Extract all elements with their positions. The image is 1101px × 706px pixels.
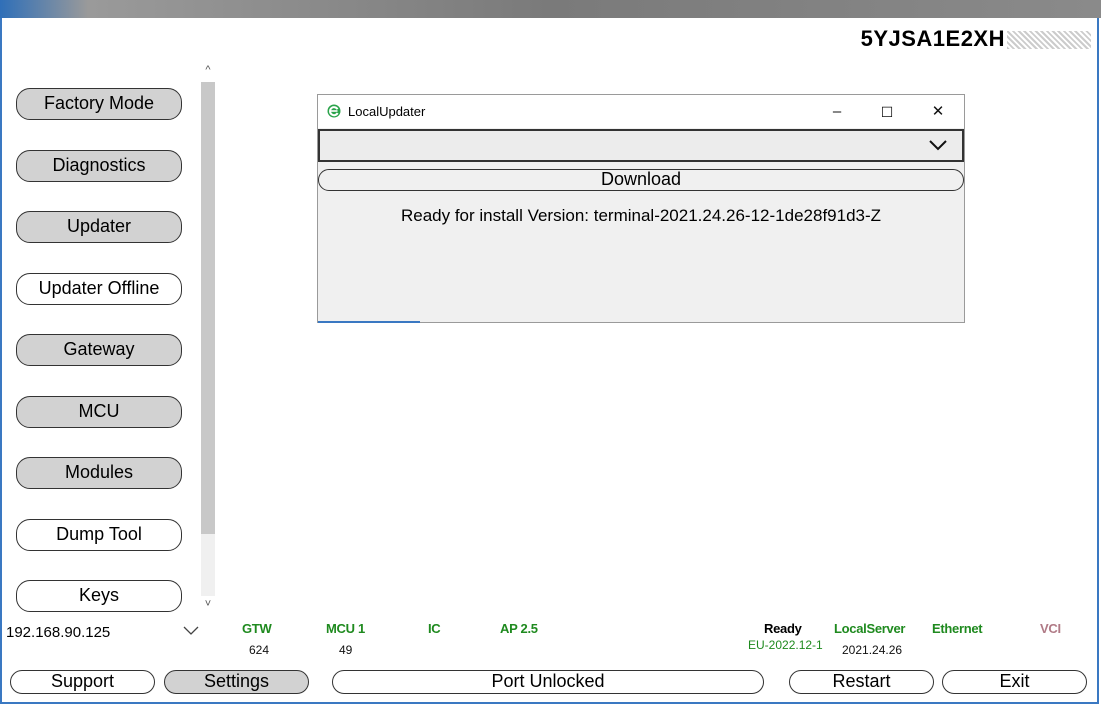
- status-mcu1-value: 49: [339, 643, 353, 657]
- mcu-button[interactable]: MCU: [16, 396, 182, 428]
- gateway-button[interactable]: Gateway: [16, 334, 182, 366]
- local-updater-dialog: LocalUpdater – ☐ ✕ Download Ready for in…: [317, 94, 965, 323]
- vin-redaction: [1007, 31, 1091, 50]
- minimize-icon[interactable]: –: [814, 98, 860, 126]
- dialog-title: LocalUpdater: [348, 104, 426, 119]
- status-vci-label: VCI: [1040, 621, 1061, 636]
- vin-label: 5YJSA1E2XH: [861, 26, 1091, 52]
- modules-button[interactable]: Modules: [16, 457, 182, 489]
- updater-offline-button[interactable]: Updater Offline: [16, 273, 182, 305]
- scroll-down-arrow[interactable]: ˅: [200, 598, 216, 610]
- status-ethernet-label: Ethernet: [932, 621, 983, 636]
- dump-tool-button[interactable]: Dump Tool: [16, 519, 182, 551]
- settings-button[interactable]: Settings: [164, 670, 309, 694]
- app-icon: [327, 104, 341, 118]
- status-gtw-label: GTW: [242, 621, 272, 636]
- chevron-down-icon[interactable]: [182, 624, 200, 638]
- dialog-accent-line: [318, 321, 420, 323]
- updater-button[interactable]: Updater: [16, 211, 182, 243]
- status-localserver-value: 2021.24.26: [842, 643, 903, 657]
- support-button[interactable]: Support: [10, 670, 155, 694]
- status-ready-value: EU-2022.12-1: [748, 638, 823, 652]
- version-dropdown[interactable]: [318, 129, 964, 162]
- status-localserver-label: LocalServer: [834, 621, 906, 636]
- diagnostics-button[interactable]: Diagnostics: [16, 150, 182, 182]
- status-ap-label: AP 2.5: [500, 621, 538, 636]
- status-gtw-value: 624: [249, 643, 270, 657]
- install-status-message: Ready for install Version: terminal-2021…: [400, 206, 882, 225]
- status-mcu1-label: MCU 1: [326, 621, 365, 636]
- maximize-icon[interactable]: ☐: [864, 98, 910, 126]
- status-ic-label: IC: [428, 621, 441, 636]
- exit-button[interactable]: Exit: [942, 670, 1087, 694]
- window-top-bar: [0, 0, 1101, 18]
- ip-address-select[interactable]: 192.168.90.125: [6, 624, 110, 641]
- vin-text: 5YJSA1E2XH: [860, 26, 1005, 51]
- dialog-titlebar[interactable]: LocalUpdater – ☐ ✕: [318, 95, 964, 128]
- scroll-thumb[interactable]: [201, 82, 215, 534]
- restart-button[interactable]: Restart: [789, 670, 934, 694]
- scroll-up-arrow[interactable]: ^: [200, 64, 216, 76]
- sidebar-scrollbar[interactable]: ^ ˅: [200, 64, 216, 614]
- close-icon[interactable]: ✕: [915, 98, 961, 126]
- port-status-button[interactable]: Port Unlocked: [332, 670, 764, 694]
- keys-button[interactable]: Keys: [16, 580, 182, 612]
- chevron-down-icon: [929, 140, 947, 151]
- factory-mode-button[interactable]: Factory Mode: [16, 88, 182, 120]
- status-ready-label: Ready: [764, 621, 802, 636]
- download-button[interactable]: Download: [318, 169, 964, 191]
